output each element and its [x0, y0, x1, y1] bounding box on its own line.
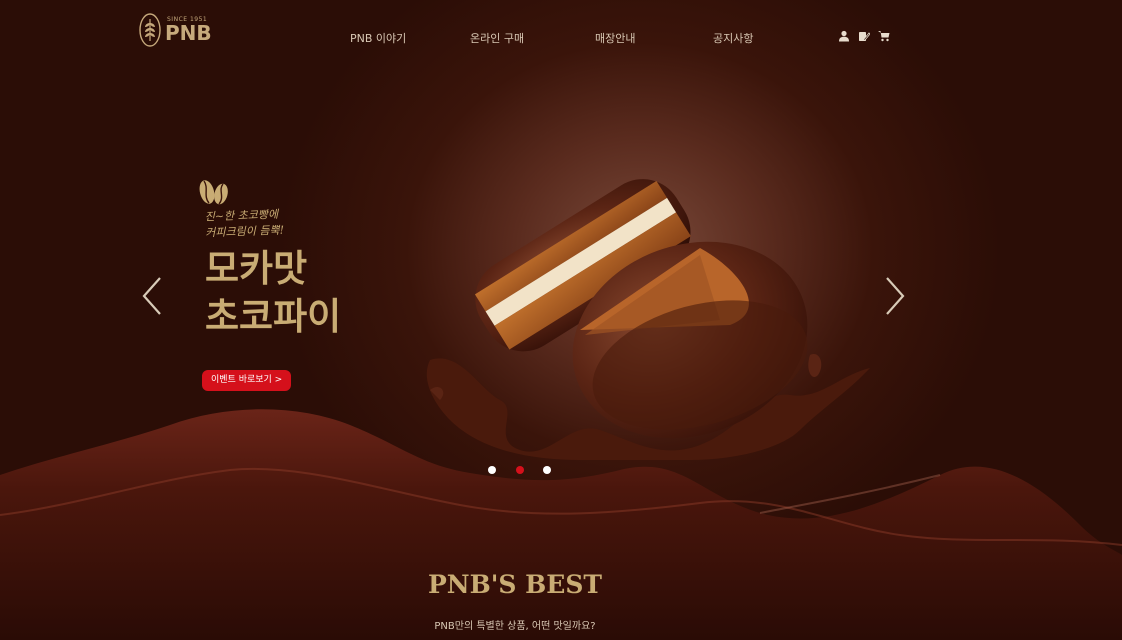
hero-tagline: 진~한 초코빵에 커피크림이 듬뿍!: [204, 207, 285, 242]
hero-title-line-2: 초코파이: [205, 294, 342, 338]
tagline-line-2: 커피크림이 듬뿍!: [205, 223, 285, 240]
page: SINCE 1951 PNB PNB 이야기 온라인 구매 매장안내 공지사항: [0, 0, 1122, 640]
header-icons: [838, 30, 890, 42]
chocopie-product-image: [426, 179, 870, 460]
chevron-right-icon: [886, 277, 905, 315]
hero-title-line-1: 모카맛: [205, 246, 308, 290]
edit-icon[interactable]: [858, 30, 870, 42]
coffee-bean-icon: [199, 180, 228, 205]
logo-name: PNB: [165, 21, 212, 45]
slider-next-button[interactable]: [884, 276, 906, 316]
logo[interactable]: SINCE 1951 PNB: [139, 13, 212, 47]
best-section-title: PNB'S BEST: [427, 570, 603, 599]
nav-item-notice[interactable]: 공지사항: [713, 30, 753, 46]
nav-item-stores[interactable]: 매장안내: [595, 30, 635, 46]
nav-item-story[interactable]: PNB 이야기: [350, 30, 406, 46]
wheat-logo-icon: [139, 13, 161, 47]
best-section-subtitle: PNB만의 특별한 상품, 어떤 맛일까요?: [434, 621, 596, 632]
user-icon[interactable]: [838, 30, 850, 42]
nav-item-online-shop[interactable]: 온라인 구매: [470, 30, 524, 46]
slider-dot-3[interactable]: [543, 466, 551, 474]
slider-dot-2[interactable]: [516, 466, 524, 474]
slider-dot-1[interactable]: [488, 466, 496, 474]
event-cta-button[interactable]: 이벤트 바로보기 >: [202, 370, 292, 391]
chevron-left-icon: [142, 277, 161, 315]
hero-title: 모카맛 초코파이: [205, 244, 341, 340]
cart-icon[interactable]: [878, 30, 890, 42]
slider-prev-button[interactable]: [141, 276, 163, 316]
